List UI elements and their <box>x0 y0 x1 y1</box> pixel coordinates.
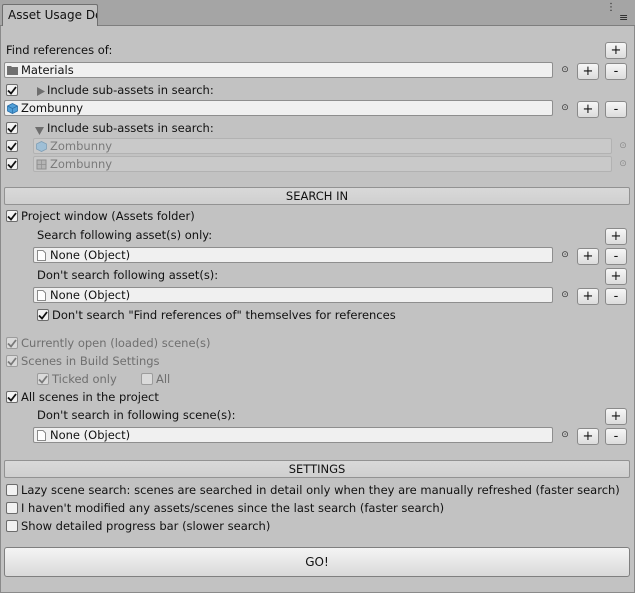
prefab-icon <box>36 140 47 152</box>
subasset-checkbox[interactable] <box>6 140 18 152</box>
include-subassets-label: Include sub-assets in search: <box>47 83 214 97</box>
dont-search-value: None (Object) <box>50 288 131 302</box>
checkmark-icon <box>7 123 17 133</box>
remove-dont-search-button[interactable]: - <box>605 288 627 305</box>
document-icon <box>36 429 47 441</box>
project-window-checkbox[interactable] <box>6 210 18 222</box>
lazy-search-label: Lazy scene search: scenes are searched i… <box>21 483 620 497</box>
prefab-icon <box>7 102 18 114</box>
insert-reference-button[interactable]: + <box>577 101 599 118</box>
include-subassets-label: Include sub-assets in search: <box>47 121 214 135</box>
object-picker-icon: ⊙ <box>619 159 627 169</box>
object-picker-icon[interactable]: ⊙ <box>560 65 570 75</box>
add-excluded-scene-button[interactable]: + <box>605 408 627 425</box>
remove-reference-button[interactable]: - <box>605 101 627 118</box>
find-references-label: Find references of: <box>6 43 113 57</box>
more-options-icon[interactable]: ⋮ <box>606 3 616 13</box>
progress-bar-label: Show detailed progress bar (slower searc… <box>21 519 271 533</box>
all-build-scenes-checkbox[interactable] <box>141 373 153 385</box>
not-modified-checkbox[interactable] <box>6 502 18 514</box>
ticked-only-checkbox[interactable] <box>37 373 49 385</box>
project-window-label: Project window (Assets folder) <box>21 209 195 223</box>
include-subassets-checkbox[interactable] <box>6 122 18 134</box>
all-scenes-label: All scenes in the project <box>21 390 159 404</box>
excluded-scene-field[interactable]: None (Object) <box>33 427 553 443</box>
checkmark-icon <box>38 310 48 320</box>
folder-icon <box>7 65 18 76</box>
open-scenes-label: Currently open (loaded) scene(s) <box>21 336 211 350</box>
mesh-icon <box>36 159 47 170</box>
remove-search-only-button[interactable]: - <box>605 248 627 265</box>
search-only-label: Search following asset(s) only: <box>37 228 213 242</box>
remove-excluded-scene-button[interactable]: - <box>605 428 627 445</box>
add-dont-search-button[interactable]: + <box>605 268 627 285</box>
settings-header: SETTINGS <box>4 460 630 478</box>
checkmark-icon <box>7 392 17 402</box>
insert-dont-search-button[interactable]: + <box>577 288 599 305</box>
object-picker-icon[interactable]: ⊙ <box>560 290 570 300</box>
foldout-collapsed-icon[interactable] <box>37 85 45 99</box>
document-icon <box>36 249 47 261</box>
lazy-search-checkbox[interactable] <box>6 484 18 496</box>
include-subassets-checkbox[interactable] <box>6 84 18 96</box>
search-in-header: SEARCH IN <box>4 187 630 205</box>
object-picker-icon[interactable]: ⊙ <box>560 250 570 260</box>
checkmark-icon <box>7 85 17 95</box>
subasset-field: Zombunny <box>33 138 612 154</box>
remove-reference-button[interactable]: - <box>605 63 627 80</box>
checkmark-icon <box>7 141 17 151</box>
add-reference-button[interactable]: + <box>605 42 627 59</box>
dont-search-self-label: Don't search "Find references of" themse… <box>52 308 396 322</box>
checkmark-icon <box>38 374 48 384</box>
object-picker-icon[interactable]: ⊙ <box>560 103 570 113</box>
subasset-value: Zombunny <box>50 157 113 171</box>
all-build-scenes-label: All <box>156 372 171 386</box>
subasset-field: Zombunny <box>33 156 612 172</box>
go-button[interactable]: GO! <box>4 547 630 577</box>
subasset-value: Zombunny <box>50 139 113 153</box>
dont-search-label: Don't search following asset(s): <box>37 268 219 282</box>
reference-field-materials[interactable]: Materials <box>4 62 553 78</box>
checkmark-icon <box>7 159 17 169</box>
dont-search-scenes-label: Don't search in following scene(s): <box>37 408 236 422</box>
open-scenes-checkbox[interactable] <box>6 337 18 349</box>
build-scenes-checkbox[interactable] <box>6 355 18 367</box>
checkmark-icon <box>7 338 17 348</box>
not-modified-label: I haven't modified any assets/scenes sin… <box>21 501 445 515</box>
foldout-expanded-icon[interactable] <box>35 124 44 138</box>
window-tab-title: Asset Usage De <box>8 8 98 22</box>
build-scenes-label: Scenes in Build Settings <box>21 354 160 368</box>
window-tab[interactable]: Asset Usage De <box>2 4 98 26</box>
excluded-scene-value: None (Object) <box>50 428 131 442</box>
dont-search-field[interactable]: None (Object) <box>33 287 553 303</box>
search-only-value: None (Object) <box>50 248 131 262</box>
add-search-only-button[interactable]: + <box>605 228 627 245</box>
all-scenes-checkbox[interactable] <box>6 391 18 403</box>
search-only-field[interactable]: None (Object) <box>33 247 553 263</box>
insert-excluded-scene-button[interactable]: + <box>577 428 599 445</box>
checkmark-icon <box>7 211 17 221</box>
reference-value: Zombunny <box>21 101 84 115</box>
reference-value: Materials <box>21 63 74 77</box>
insert-search-only-button[interactable]: + <box>577 248 599 265</box>
subasset-checkbox[interactable] <box>6 158 18 170</box>
reference-field-zombunny[interactable]: Zombunny <box>4 100 553 116</box>
dont-search-self-checkbox[interactable] <box>37 309 49 321</box>
object-picker-icon: ⊙ <box>619 141 627 151</box>
ticked-only-label: Ticked only <box>52 372 117 386</box>
object-picker-icon[interactable]: ⊙ <box>560 430 570 440</box>
window-menu-icon[interactable]: ≡ <box>619 12 628 23</box>
progress-bar-checkbox[interactable] <box>6 520 18 532</box>
checkmark-icon <box>7 356 17 366</box>
insert-reference-button[interactable]: + <box>577 63 599 80</box>
document-icon <box>36 289 47 301</box>
